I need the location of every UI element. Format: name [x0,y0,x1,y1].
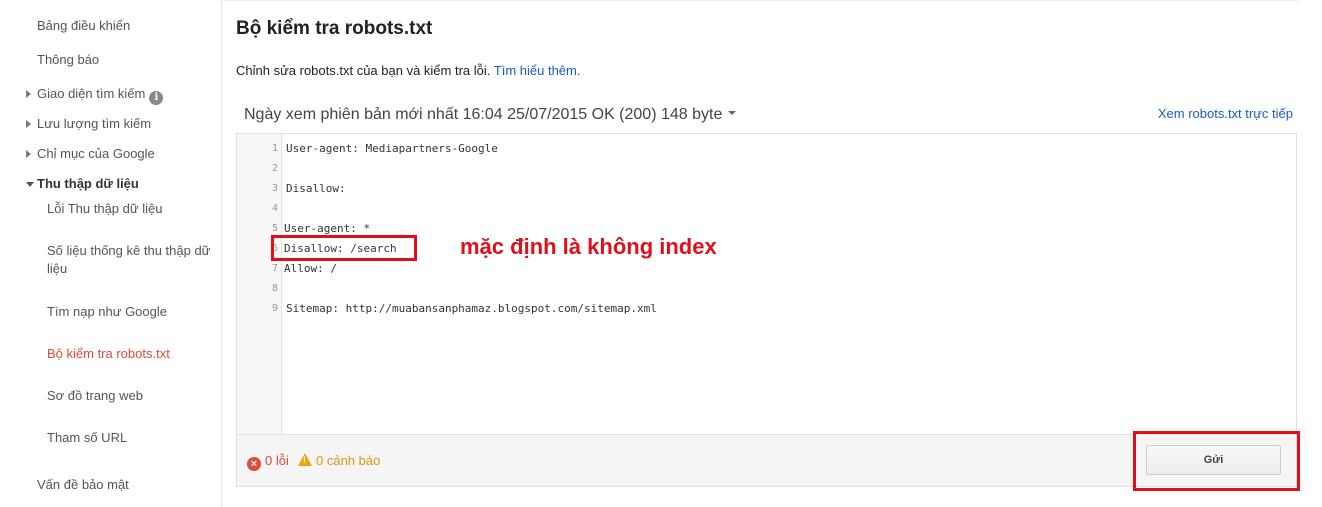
sidebar-item-crawl-errors[interactable]: Lỗi Thu thập dữ liệu [47,200,217,218]
annotation-text: mặc định là không index [460,234,717,259]
code-line[interactable]: User-agent: Mediapartners-Google [286,142,498,156]
warning-count: 0 cảnh báo [298,453,380,468]
warning-icon [298,453,312,466]
info-icon[interactable]: i [149,91,164,105]
line-number: 2 [271,163,278,174]
annotation-box-submit [1133,431,1300,491]
error-count: × 0 lỗi [247,453,289,471]
top-divider [222,0,1298,1]
sidebar-item-messages[interactable]: Thông báo [37,51,99,69]
caret-right-icon[interactable] [26,90,31,98]
page-subtitle: Chỉnh sửa robots.txt của bạn và kiểm tra… [236,63,580,78]
sidebar-item-robots-tester[interactable]: Bộ kiểm tra robots.txt [47,345,217,363]
sidebar-item-google-index[interactable]: Chỉ mục của Google [37,145,155,163]
robots-editor[interactable]: 1 2 3 4 5 6 7 8 9 User-agent: Mediapartn… [236,133,1297,435]
version-selector[interactable]: Ngày xem phiên bản mới nhất 16:04 25/07/… [244,106,737,124]
code-line[interactable]: Sitemap: http://muabansanphamaz.blogspot… [286,302,657,316]
code-line[interactable]: User-agent: * [284,222,370,236]
line-number: 5 [271,223,278,234]
caret-right-icon[interactable] [26,120,31,128]
line-number: 9 [271,303,278,314]
line-number: 3 [271,183,278,194]
sidebar-item-search-traffic[interactable]: Lưu lượng tìm kiếm [37,115,151,133]
sidebar-item-label: Giao diện tìm kiếm [37,86,146,101]
sidebar-item-url-parameters[interactable]: Tham số URL [47,429,217,447]
sidebar-item-crawl[interactable]: Thu thập dữ liệu [37,175,139,193]
line-number: 4 [271,203,278,214]
view-live-robots-link[interactable]: Xem robots.txt trực tiếp [1158,106,1293,121]
version-label: Ngày xem phiên bản mới nhất 16:04 25/07/… [244,106,723,123]
sidebar-item-search-appearance[interactable]: Giao diện tìm kiếm i [37,85,164,105]
sidebar-item-security-issues[interactable]: Vấn đề bảo mật [37,476,129,494]
line-number: 1 [271,143,278,154]
warning-count-label: 0 cảnh báo [316,453,381,468]
sidebar-item-fetch-as-google[interactable]: Tìm nạp như Google [47,303,217,321]
code-line[interactable]: Allow: / [284,262,337,276]
annotation-box-disallow [271,235,417,261]
line-number: 8 [271,283,278,294]
line-number: 7 [271,263,278,274]
sidebar-item-dashboard[interactable]: Bảng điều khiển [37,17,130,35]
subtitle-text: Chỉnh sửa robots.txt của bạn và kiểm tra… [236,63,491,78]
line-number-gutter: 1 2 3 4 5 6 7 8 9 [237,134,282,434]
learn-more-link[interactable]: Tìm hiểu thêm. [494,63,581,78]
code-line[interactable]: Disallow: [286,182,346,196]
sidebar-item-sitemaps[interactable]: Sơ đồ trang web [47,387,217,405]
page-title: Bộ kiểm tra robots.txt [236,18,433,39]
error-count-label: 0 lỗi [265,453,289,468]
sidebar: Bảng điều khiển Thông báo Giao diện tìm … [0,0,222,507]
sidebar-item-crawl-stats[interactable]: Số liệu thống kê thu thập dữ liệu [47,242,217,278]
error-icon: × [247,457,261,471]
caret-right-icon[interactable] [26,150,31,158]
caret-down-icon[interactable] [26,182,34,187]
dropdown-arrow-icon [728,111,737,115]
